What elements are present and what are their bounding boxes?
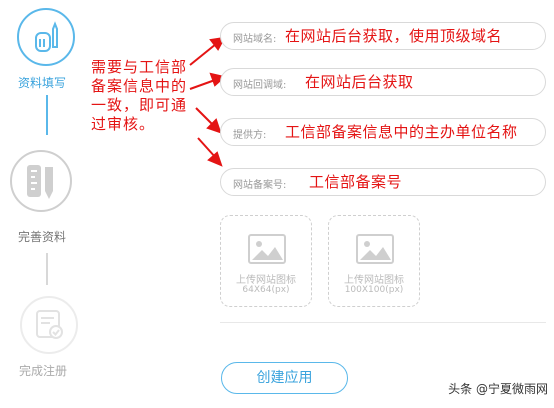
provider-value: 工信部备案信息中的主办单位名称 bbox=[285, 123, 518, 141]
callback-domain-label: 网站回调域: bbox=[233, 80, 287, 91]
upload-size: 100X100(px) bbox=[344, 285, 404, 295]
upload-size: 64X64(px) bbox=[242, 285, 290, 295]
domain-label: 网站域名: bbox=[233, 34, 277, 45]
icp-number-label: 网站备案号: bbox=[233, 180, 287, 191]
callback-domain-field[interactable]: 网站回调域: 在网站后台获取 bbox=[220, 68, 546, 96]
upload-icon-64[interactable]: 上传网站图标 64X64(px) bbox=[220, 215, 312, 307]
callback-domain-value: 在网站后台获取 bbox=[305, 73, 414, 91]
upload-title: 上传网站图标 bbox=[344, 275, 404, 286]
create-app-button[interactable]: 创建应用 bbox=[221, 362, 348, 394]
annotation-arrows bbox=[189, 36, 227, 167]
upload-icon-100[interactable]: 上传网站图标 100X100(px) bbox=[328, 215, 420, 307]
domain-field[interactable]: 网站域名: 在网站后台获取，使用顶级域名 bbox=[220, 22, 546, 50]
image-icon bbox=[248, 234, 286, 264]
provider-field[interactable]: 提供方: 工信部备案信息中的主办单位名称 bbox=[220, 118, 546, 146]
form-divider bbox=[220, 322, 546, 323]
image-icon bbox=[356, 234, 394, 264]
icp-number-value: 工信部备案号 bbox=[309, 173, 403, 191]
watermark: 头条 @宁夏微雨网 bbox=[448, 382, 548, 396]
domain-value: 在网站后台获取，使用顶级域名 bbox=[285, 27, 503, 45]
icp-number-field[interactable]: 网站备案号: 工信部备案号 bbox=[220, 168, 546, 196]
upload-title: 上传网站图标 bbox=[236, 275, 296, 286]
provider-label: 提供方: bbox=[233, 130, 267, 141]
